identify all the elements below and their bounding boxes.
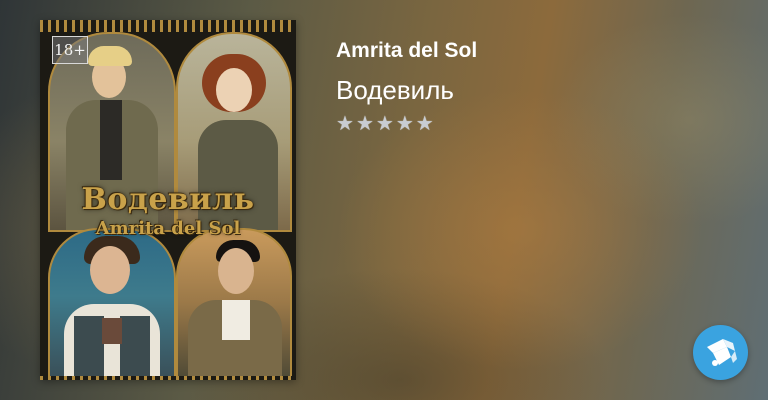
cover-title: Водевиль — [81, 182, 255, 217]
cover-author: Amrita del Sol — [95, 218, 241, 239]
litres-logo-icon[interactable] — [693, 325, 748, 380]
book-title[interactable]: Водевиль — [336, 75, 477, 105]
star-icon: ★ — [415, 111, 434, 135]
star-icon: ★ — [336, 111, 354, 135]
author-name[interactable]: Amrita del Sol — [336, 38, 477, 64]
book-info: Amrita del Sol Водевиль ★ ★ ★ ★ ★ — [336, 38, 477, 133]
book-cover[interactable]: 18+ Водевиль Amrita del Sol — [40, 20, 296, 380]
rating-stars: ★ ★ ★ ★ ★ — [336, 113, 477, 133]
cover-panel-dark-haired-man — [48, 228, 176, 380]
cover-bottom-ornament — [40, 376, 296, 380]
star-icon: ★ — [355, 111, 374, 135]
cover-top-ornament — [40, 20, 296, 32]
star-icon: ★ — [395, 111, 414, 135]
book-share-card: 18+ Водевиль Amrita del Sol Amrita del S… — [0, 0, 768, 400]
age-rating-badge: 18+ — [52, 36, 88, 64]
cover-panel-mustached-man — [176, 228, 292, 380]
star-icon: ★ — [375, 111, 394, 135]
